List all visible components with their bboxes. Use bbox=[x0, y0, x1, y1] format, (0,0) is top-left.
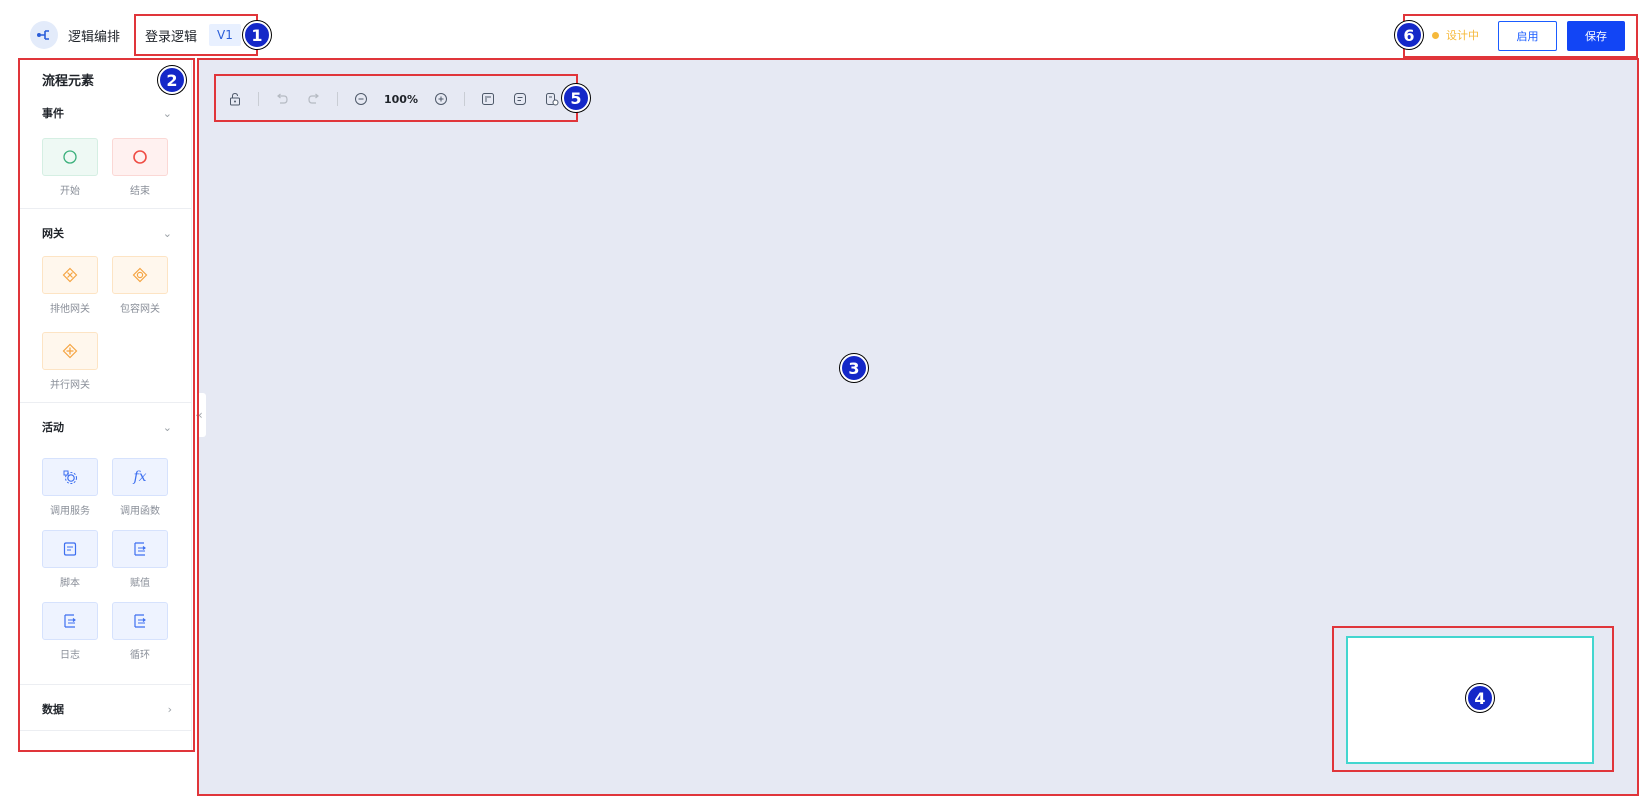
section-divider bbox=[20, 684, 192, 685]
undo-icon[interactable] bbox=[273, 90, 291, 108]
element-parallel-gateway[interactable]: 并行网关 bbox=[42, 332, 98, 391]
element-script[interactable]: 脚本 bbox=[42, 530, 98, 589]
sidebar-title: 流程元素 bbox=[42, 74, 95, 89]
collapse-sidebar-button[interactable]: « bbox=[192, 393, 206, 437]
section-divider bbox=[20, 730, 192, 731]
section-header-activities[interactable]: 活动 ⌄ bbox=[20, 414, 192, 440]
redo-icon[interactable] bbox=[305, 90, 323, 108]
element-label: 包容网关 bbox=[120, 304, 160, 315]
function-icon: fx bbox=[112, 458, 168, 496]
zoom-in-icon[interactable] bbox=[432, 90, 450, 108]
lock-icon[interactable] bbox=[226, 90, 244, 108]
assign-icon bbox=[112, 530, 168, 568]
section-header-gateways[interactable]: 网关 ⌄ bbox=[20, 220, 192, 246]
section-divider bbox=[20, 402, 192, 403]
element-label: 结束 bbox=[130, 186, 150, 197]
version-badge[interactable]: V1 bbox=[209, 24, 241, 46]
chevron-down-icon: ⌄ bbox=[162, 226, 172, 240]
notes-icon[interactable] bbox=[511, 90, 529, 108]
annotation-marker-3: 3 bbox=[840, 354, 868, 382]
service-icon bbox=[42, 458, 98, 496]
annotation-marker-2: 2 bbox=[158, 66, 186, 94]
element-start[interactable]: 开始 bbox=[42, 138, 98, 197]
annotation-marker-5: 5 bbox=[562, 84, 590, 112]
element-label: 调用函数 bbox=[120, 506, 160, 517]
element-loop[interactable]: 循环 bbox=[112, 602, 168, 661]
fit-view-icon[interactable] bbox=[479, 90, 497, 108]
element-label: 并行网关 bbox=[50, 380, 90, 391]
circle-green-icon bbox=[42, 138, 98, 176]
enable-button[interactable]: 启用 bbox=[1498, 21, 1557, 51]
element-label: 赋值 bbox=[130, 578, 150, 589]
element-log[interactable]: 日志 bbox=[42, 602, 98, 661]
zoom-out-icon[interactable] bbox=[352, 90, 370, 108]
script-icon bbox=[42, 530, 98, 568]
annotation-marker-4: 4 bbox=[1466, 684, 1494, 712]
save-button[interactable]: 保存 bbox=[1567, 21, 1625, 51]
status-text: 设计中 bbox=[1446, 29, 1479, 42]
log-icon bbox=[42, 602, 98, 640]
chevron-down-icon: ⌄ bbox=[162, 106, 172, 120]
element-exclusive-gateway[interactable]: 排他网关 bbox=[42, 256, 98, 315]
toolbar-divider bbox=[258, 92, 259, 106]
section-header-data[interactable]: 数据 › bbox=[20, 696, 192, 722]
element-label: 日志 bbox=[60, 650, 80, 661]
chevron-right-icon: › bbox=[167, 702, 172, 716]
inclusive-gateway-icon bbox=[112, 256, 168, 294]
logic-orchestration-logo-icon bbox=[30, 21, 58, 49]
toolbar-divider bbox=[337, 92, 338, 106]
canvas-toolbar: 100% bbox=[216, 76, 571, 122]
element-call-function[interactable]: fx 调用函数 bbox=[112, 458, 168, 517]
element-end[interactable]: 结束 bbox=[112, 138, 168, 197]
function-glyph: fx bbox=[133, 469, 147, 485]
element-label: 循环 bbox=[130, 650, 150, 661]
section-label: 活动 bbox=[42, 421, 64, 434]
sidebar-panel: 流程元素 事件 ⌄ 开始 结束 网关 ⌄ 排他网关 包容网关 并行网关 活动 ⌄… bbox=[20, 60, 192, 750]
auto-layout-icon[interactable] bbox=[543, 90, 561, 108]
element-call-service[interactable]: 调用服务 bbox=[42, 458, 98, 517]
annotation-marker-6: 6 bbox=[1395, 21, 1423, 49]
element-label: 开始 bbox=[60, 186, 80, 197]
section-label: 网关 bbox=[42, 227, 64, 240]
section-label: 数据 bbox=[42, 703, 64, 716]
section-divider bbox=[20, 208, 192, 209]
app-title: 逻辑编排 bbox=[68, 30, 121, 45]
element-label: 脚本 bbox=[60, 578, 80, 589]
element-assign[interactable]: 赋值 bbox=[112, 530, 168, 589]
status-dot-icon bbox=[1432, 32, 1439, 39]
section-label: 事件 bbox=[42, 107, 64, 120]
toolbar-divider bbox=[463, 92, 465, 106]
element-label: 排他网关 bbox=[50, 304, 90, 315]
exclusive-gateway-icon bbox=[42, 256, 98, 294]
element-inclusive-gateway[interactable]: 包容网关 bbox=[112, 256, 168, 315]
chevron-down-icon: ⌄ bbox=[162, 420, 172, 434]
zoom-level: 100% bbox=[384, 92, 418, 106]
circle-red-icon bbox=[112, 138, 168, 176]
loop-icon bbox=[112, 602, 168, 640]
parallel-gateway-icon bbox=[42, 332, 98, 370]
element-label: 调用服务 bbox=[50, 506, 90, 517]
section-header-events[interactable]: 事件 ⌄ bbox=[20, 100, 192, 126]
annotation-marker-1: 1 bbox=[243, 21, 271, 49]
logic-name[interactable]: 登录逻辑 bbox=[145, 26, 197, 45]
